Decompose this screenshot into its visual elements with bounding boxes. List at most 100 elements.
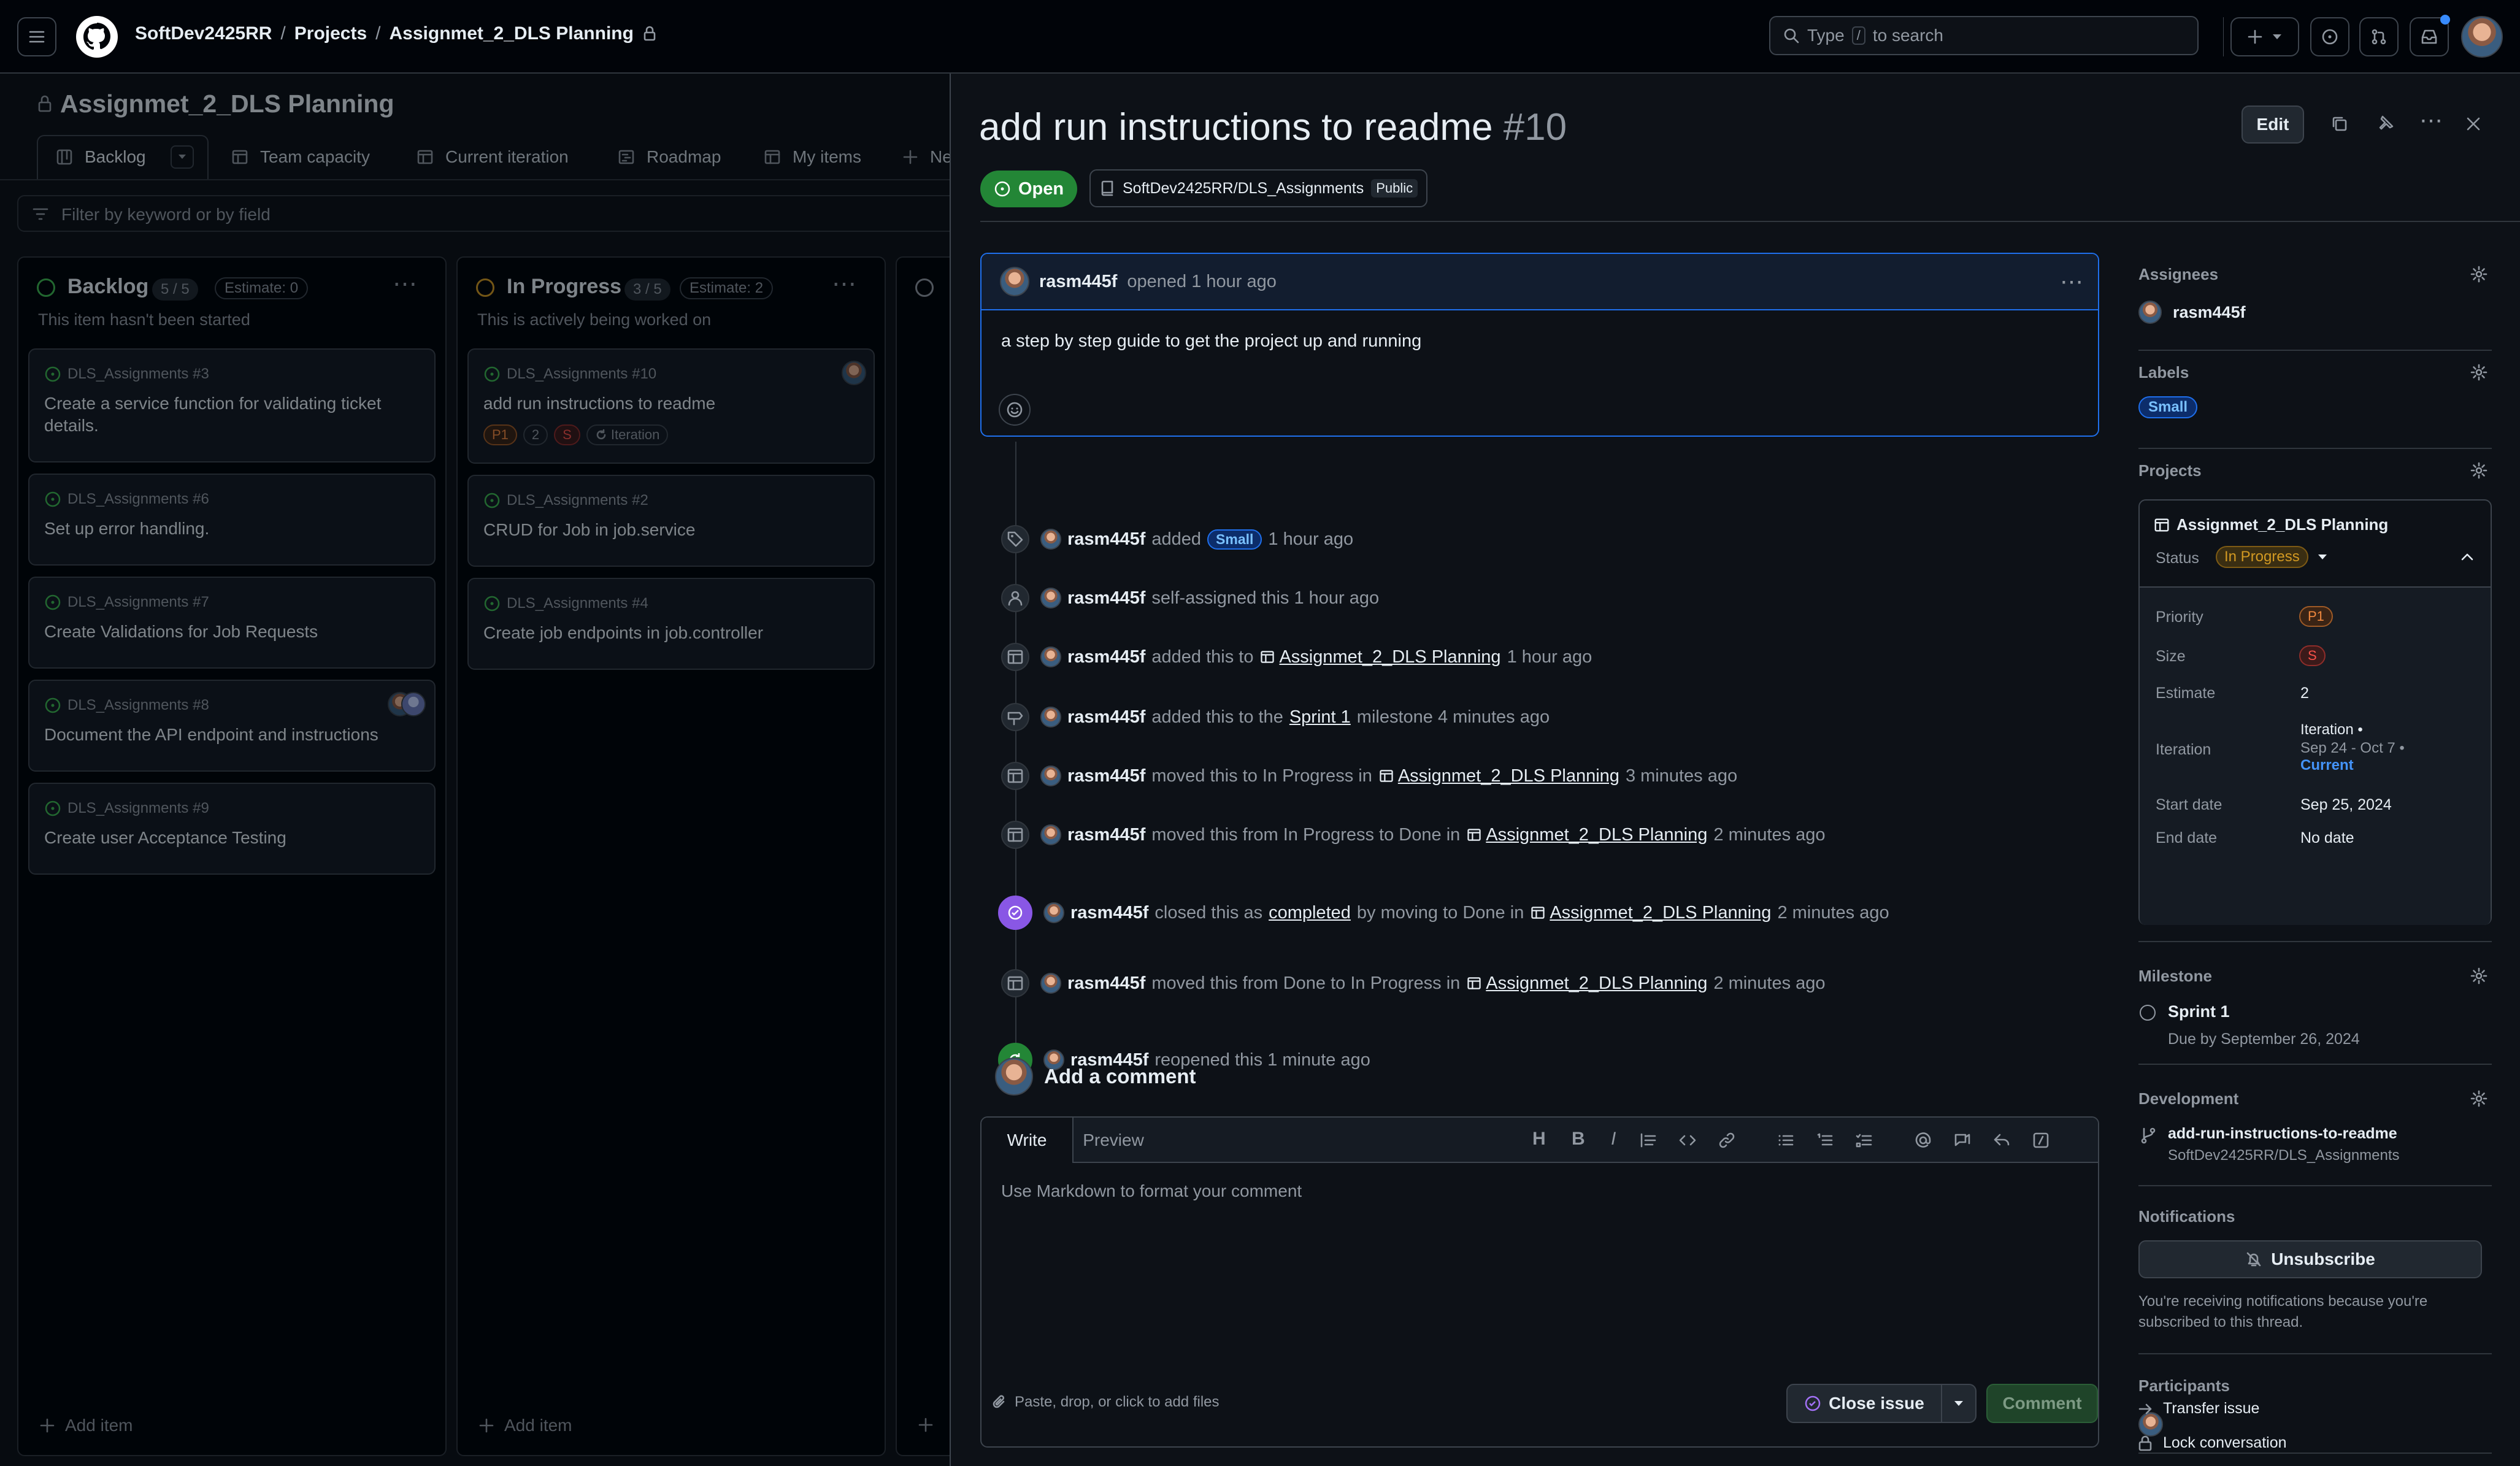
- user-avatar[interactable]: [2461, 16, 2503, 58]
- actor-name[interactable]: rasm445f: [1067, 707, 1145, 727]
- project-link[interactable]: Assignmet_2_DLS Planning: [2153, 515, 2388, 534]
- label-badge[interactable]: Small: [1207, 529, 1262, 550]
- actor-name[interactable]: rasm445f: [1067, 973, 1145, 994]
- actor-name[interactable]: rasm445f: [1067, 647, 1145, 667]
- status-badge: In Progress: [2216, 546, 2308, 568]
- lock-conversation-link[interactable]: Lock conversation: [2137, 1434, 2287, 1452]
- github-logo-icon[interactable]: [76, 16, 118, 58]
- unsubscribe-button[interactable]: Unsubscribe: [2138, 1240, 2482, 1278]
- close-issue-options-button[interactable]: [1941, 1384, 1976, 1423]
- search-icon: [1784, 28, 1799, 44]
- person-icon: [1001, 584, 1029, 612]
- end-date-value[interactable]: No date: [2300, 829, 2354, 847]
- lock-icon: [2138, 1435, 2152, 1451]
- mention-icon[interactable]: [1914, 1131, 1932, 1149]
- comment-textarea[interactable]: Use Markdown to format your comment: [981, 1163, 2098, 1219]
- italic-button[interactable]: I: [1611, 1129, 1616, 1149]
- create-new-button[interactable]: [2230, 17, 2299, 56]
- gear-icon[interactable]: [2470, 461, 2488, 480]
- author-avatar[interactable]: [1000, 267, 1029, 296]
- breadcrumb: SoftDev2425RR / Projects / Assignmet_2_D…: [135, 23, 657, 44]
- actor-avatar[interactable]: [1043, 902, 1064, 923]
- gear-icon[interactable]: [2470, 363, 2488, 382]
- breadcrumb-projects[interactable]: Projects: [294, 23, 367, 44]
- heading-button[interactable]: H: [1532, 1129, 1546, 1149]
- issue-number: #10: [1503, 106, 1567, 148]
- comment-author[interactable]: rasm445f: [1039, 272, 1117, 292]
- actor-avatar[interactable]: [1040, 647, 1061, 667]
- search-input[interactable]: Type / to search: [1769, 16, 2199, 55]
- gear-icon[interactable]: [2470, 265, 2488, 283]
- label-badge[interactable]: Small: [2138, 396, 2198, 418]
- task-list-icon[interactable]: [1855, 1131, 1873, 1149]
- gear-icon[interactable]: [2470, 967, 2488, 985]
- tab-preview[interactable]: Preview: [1074, 1118, 1153, 1163]
- link-icon[interactable]: [1718, 1131, 1736, 1149]
- issue-state-badge: Open: [980, 171, 1078, 207]
- lock-icon: [643, 26, 656, 41]
- branch-name[interactable]: add-run-instructions-to-readme: [2168, 1125, 2397, 1143]
- breadcrumb-project[interactable]: Assignmet_2_DLS Planning: [390, 23, 634, 44]
- notification-dot: [2440, 15, 2450, 25]
- saved-reply-icon[interactable]: [1992, 1131, 2011, 1149]
- gear-icon[interactable]: [2470, 1089, 2488, 1108]
- estimate-value[interactable]: 2: [2300, 685, 2309, 702]
- attach-files[interactable]: Paste, drop, or click to add files: [991, 1394, 1220, 1411]
- tab-write[interactable]: Write: [981, 1118, 1074, 1163]
- inbox-button[interactable]: [2410, 15, 2450, 56]
- actor-avatar[interactable]: [1040, 824, 1061, 845]
- comment-menu-button[interactable]: ⋯: [2060, 268, 2083, 296]
- project-link[interactable]: Assignmet_2_DLS Planning: [1530, 903, 1771, 923]
- actor-name[interactable]: rasm445f: [1067, 588, 1145, 608]
- close-issue-button[interactable]: Close issue: [1786, 1384, 1942, 1423]
- bold-button[interactable]: B: [1572, 1129, 1585, 1149]
- actor-avatar[interactable]: [1040, 973, 1061, 994]
- milestone-name[interactable]: Sprint 1: [2168, 1002, 2230, 1021]
- iteration-value[interactable]: Iteration •: [2300, 721, 2363, 739]
- actor-name[interactable]: rasm445f: [1067, 766, 1145, 786]
- modal-backdrop[interactable]: [0, 74, 950, 1466]
- unordered-list-icon[interactable]: [1777, 1131, 1795, 1149]
- transfer-issue-link[interactable]: Transfer issue: [2137, 1400, 2259, 1418]
- size-value[interactable]: S: [2299, 645, 2326, 666]
- status-label: Status: [2156, 550, 2199, 567]
- project-link[interactable]: Assignmet_2_DLS Planning: [1259, 647, 1501, 667]
- actor-avatar[interactable]: [1040, 588, 1061, 608]
- breadcrumb-owner[interactable]: SoftDev2425RR: [135, 23, 272, 44]
- actor-avatar[interactable]: [1040, 529, 1061, 550]
- event-link[interactable]: completed: [1269, 903, 1351, 923]
- table-icon: [1261, 651, 1275, 663]
- actor-avatar[interactable]: [1040, 707, 1061, 727]
- quote-icon[interactable]: [1639, 1131, 1658, 1149]
- ordered-list-icon[interactable]: [1816, 1131, 1834, 1149]
- actor-name[interactable]: rasm445f: [1067, 825, 1145, 845]
- priority-value[interactable]: P1: [2299, 606, 2333, 627]
- actor-name[interactable]: rasm445f: [1070, 903, 1148, 923]
- pull-requests-button[interactable]: [2359, 17, 2399, 56]
- repo-link[interactable]: SoftDev2425RR/DLS_Assignments Public: [1089, 169, 1428, 207]
- code-icon[interactable]: [1678, 1131, 1697, 1149]
- timeline-event: rasm445f closed this as completed by moving…: [998, 896, 1889, 930]
- reference-icon[interactable]: [1953, 1131, 1972, 1149]
- menu-button[interactable]: [17, 17, 56, 56]
- project-link[interactable]: Assignmet_2_DLS Planning: [1466, 973, 1707, 994]
- project-link[interactable]: Assignmet_2_DLS Planning: [1378, 766, 1619, 786]
- caret-down-icon: [1954, 1401, 1963, 1406]
- status-select[interactable]: In Progress: [2216, 546, 2328, 568]
- comment-header: rasm445f opened 1 hour ago ⋯: [981, 254, 2098, 310]
- add-comment-header: Add a comment: [995, 1057, 1196, 1096]
- chevron-up-icon[interactable]: [2460, 552, 2475, 562]
- actor-avatar[interactable]: [1040, 766, 1061, 786]
- start-date-value[interactable]: Sep 25, 2024: [2300, 796, 2392, 814]
- assignee-name[interactable]: rasm445f: [2173, 303, 2246, 322]
- issues-button[interactable]: [2310, 17, 2349, 56]
- slash-command-icon[interactable]: [2032, 1131, 2050, 1149]
- comment-button[interactable]: Comment: [1986, 1384, 2098, 1423]
- project-card: Assignmet_2_DLS Planning Status In Progr…: [2138, 499, 2492, 925]
- add-reaction-button[interactable]: [999, 394, 1031, 426]
- timeline-event: rasm445f self-assigned this 1 hour ago: [1001, 584, 1379, 612]
- actor-name[interactable]: rasm445f: [1067, 529, 1145, 550]
- milestone-due: Due by September 26, 2024: [2168, 1030, 2360, 1048]
- event-link[interactable]: Sprint 1: [1289, 707, 1351, 727]
- project-link[interactable]: Assignmet_2_DLS Planning: [1466, 825, 1707, 845]
